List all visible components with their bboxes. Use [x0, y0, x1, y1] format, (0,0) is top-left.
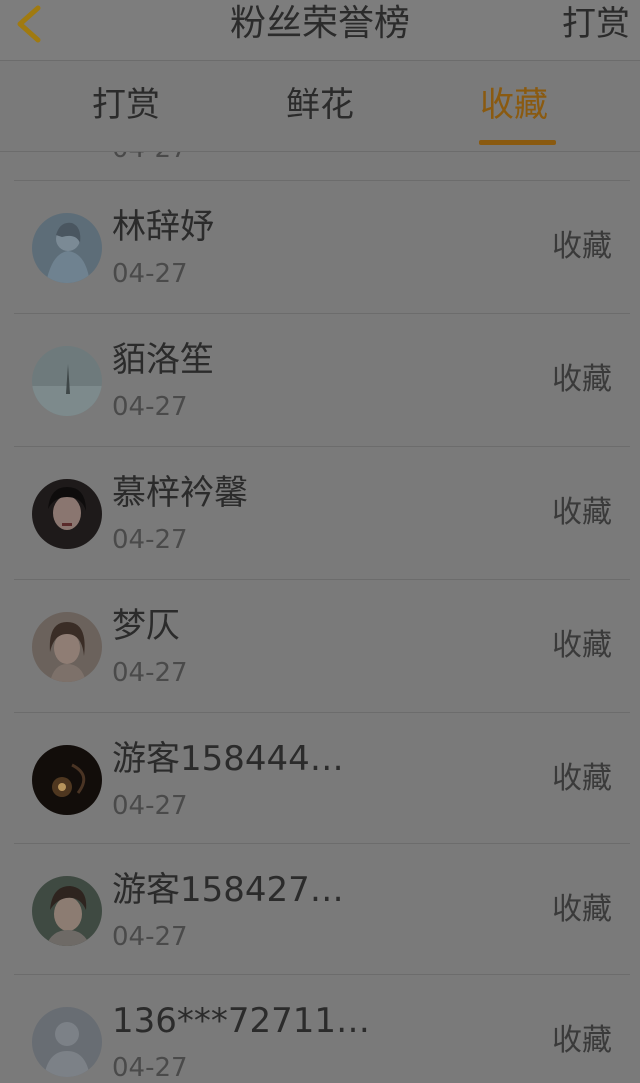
user-name: 梦仄: [112, 606, 180, 646]
item-action-label: 收藏: [552, 761, 612, 796]
tab-collect[interactable]: 收藏: [480, 83, 548, 127]
user-name: 貊洛笙: [112, 340, 214, 380]
collector-list: 04-27 林辞妤 04-27 收藏: [0, 152, 640, 1083]
avatar-girl-dark-hair-icon: [32, 479, 102, 549]
list-item[interactable]: 梦仄 04-27 收藏: [0, 580, 640, 712]
avatar-girl-portrait-icon: [32, 612, 102, 682]
list-item[interactable]: 貊洛笙 04-27 收藏: [0, 314, 640, 446]
top-nav-bar: 粉丝荣誉榜 打赏: [0, 0, 640, 60]
item-date: 04-27: [112, 658, 188, 688]
user-name: 林辞妤: [112, 207, 214, 247]
user-name: 游客158444…: [112, 739, 344, 779]
tab-flowers[interactable]: 鲜花: [286, 83, 354, 127]
item-date: 04-27: [112, 922, 188, 952]
avatar-light-flare-icon: [32, 745, 102, 815]
list-item[interactable]: 林辞妤 04-27 收藏: [0, 181, 640, 313]
list-item[interactable]: 游客158427… 04-27 收藏: [0, 844, 640, 976]
avatar-boy-portrait-icon: [32, 876, 102, 946]
avatar-landscape-icon: [32, 346, 102, 416]
item-date: 04-27: [112, 791, 188, 821]
page-title: 粉丝荣誉榜: [229, 3, 410, 44]
item-date: 04-27: [112, 525, 188, 555]
user-name: 136***72711…: [112, 1001, 371, 1041]
partial-row-date: 04-27: [112, 152, 188, 166]
user-name: 慕梓衿馨: [112, 473, 248, 513]
item-action-label: 收藏: [552, 892, 612, 927]
item-action-label: 收藏: [552, 628, 612, 663]
avatar-default-user-icon: [32, 1007, 102, 1077]
list-item[interactable]: 慕梓衿馨 04-27 收藏: [0, 447, 640, 579]
avatar-girl-blue-icon: [32, 213, 102, 283]
item-date: 04-27: [112, 392, 188, 422]
fan-honor-screen: 粉丝荣誉榜 打赏 打赏 鲜花 收藏 04-27 林辞妤 04-27 收藏: [0, 0, 640, 1083]
item-action-label: 收藏: [552, 362, 612, 397]
item-action-label: 收藏: [552, 495, 612, 530]
tab-reward[interactable]: 打赏: [92, 83, 160, 127]
list-item[interactable]: 136***72711… 04-27 收藏: [0, 975, 640, 1083]
active-tab-indicator: [479, 140, 556, 145]
item-date: 04-27: [112, 1053, 188, 1083]
list-item[interactable]: 游客158444… 04-27 收藏: [0, 713, 640, 845]
item-action-label: 收藏: [552, 1023, 612, 1058]
item-action-label: 收藏: [552, 229, 612, 264]
item-date: 04-27: [112, 259, 188, 289]
tab-bar: 打赏 鲜花 收藏: [0, 61, 640, 151]
user-name: 游客158427…: [112, 870, 344, 910]
reward-nav-button[interactable]: 打赏: [562, 2, 630, 46]
